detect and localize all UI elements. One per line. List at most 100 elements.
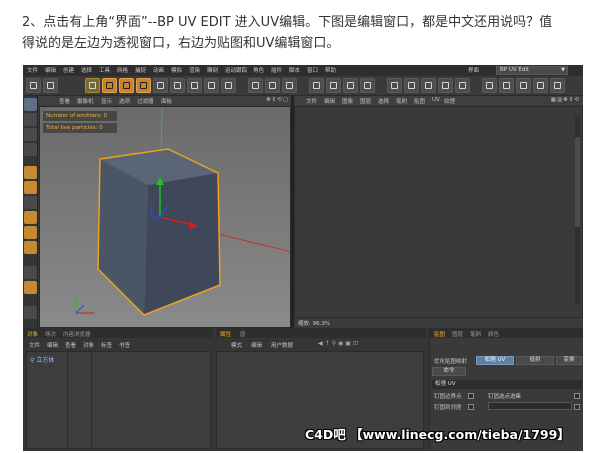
axis-mode-icon[interactable]: [24, 128, 37, 141]
tab-color[interactable]: 颜色: [488, 330, 499, 338]
object-list[interactable]: ⚲ 立方体: [26, 351, 211, 450]
uv-menu-file[interactable]: 文件: [306, 97, 317, 105]
vp-menu-options[interactable]: 选项: [119, 97, 130, 105]
option-checkbox[interactable]: [574, 404, 580, 410]
line-tool-icon[interactable]: [24, 266, 37, 279]
axis-x-icon[interactable]: [170, 78, 185, 93]
render-view-icon[interactable]: [248, 78, 263, 93]
brush-tool-icon[interactable]: [24, 166, 37, 179]
menu-script[interactable]: 脚本: [289, 66, 300, 74]
list-item[interactable]: ⚲ 立方体: [30, 355, 54, 364]
select-rect-icon[interactable]: [455, 78, 470, 93]
menu-plugins[interactable]: 插件: [271, 66, 282, 74]
vp-menu-camera[interactable]: 摄像机: [77, 97, 94, 105]
tab-brush[interactable]: 笔刷: [470, 330, 481, 338]
uv-scrollbar-thumb[interactable]: [575, 137, 580, 227]
rotate-icon[interactable]: [136, 78, 151, 93]
uv-menu-edit[interactable]: 编辑: [324, 97, 335, 105]
eyedropper-icon[interactable]: [24, 306, 37, 319]
uv-menu-texture-settings[interactable]: 纹理: [444, 97, 455, 105]
om-menu-tags[interactable]: 标签: [101, 341, 112, 349]
paint-icon[interactable]: [309, 78, 324, 93]
menu-mesh[interactable]: 网格: [117, 66, 128, 74]
menu-select[interactable]: 选择: [81, 66, 92, 74]
command-button[interactable]: 命令: [432, 367, 466, 376]
menu-window[interactable]: 窗口: [307, 66, 318, 74]
uv-menu-image[interactable]: 图像: [342, 97, 353, 105]
menu-sculpt[interactable]: 雕刻: [207, 66, 218, 74]
tab-layer[interactable]: 图层: [452, 330, 463, 338]
uv-view-icons[interactable]: ▦▥✥⇕⟲: [551, 97, 580, 103]
brush-icon[interactable]: [387, 78, 402, 93]
om-menu-file[interactable]: 文件: [29, 341, 40, 349]
menu-simulate[interactable]: 模拟: [171, 66, 182, 74]
menu-create[interactable]: 创建: [63, 66, 74, 74]
render-picture-icon[interactable]: [265, 78, 280, 93]
material-icon[interactable]: [499, 78, 514, 93]
vp-menu-display[interactable]: 显示: [101, 97, 112, 105]
tab-content-browser[interactable]: 内容浏览器: [63, 330, 91, 338]
tab-texture[interactable]: 贴图: [434, 330, 445, 338]
camera-icon[interactable]: [533, 78, 548, 93]
eraser-icon[interactable]: [404, 78, 419, 93]
uv-editor-canvas[interactable]: [294, 106, 583, 318]
menu-render[interactable]: 渲染: [189, 66, 200, 74]
om-menu-object[interactable]: 对象: [83, 341, 94, 349]
menu-motion-tracking[interactable]: 运动跟踪: [225, 66, 247, 74]
uv-menu-layer[interactable]: 图层: [360, 97, 371, 105]
menu-file[interactable]: 文件: [27, 66, 38, 74]
uv-menu-select[interactable]: 选择: [378, 97, 389, 105]
om-menu-edit[interactable]: 编辑: [47, 341, 58, 349]
color-tool-icon[interactable]: [24, 241, 37, 254]
tab-layers[interactable]: 层: [240, 330, 246, 338]
menu-character[interactable]: 角色: [253, 66, 264, 74]
render-settings-icon[interactable]: [282, 78, 297, 93]
texture-icon[interactable]: [360, 78, 375, 93]
uv-points-icon[interactable]: [326, 78, 341, 93]
light-icon[interactable]: [550, 78, 565, 93]
vp-menu-filter[interactable]: 过滤器: [137, 97, 154, 105]
menu-snap[interactable]: 捕捉: [135, 66, 146, 74]
pin-boundary-checkbox[interactable]: [468, 393, 474, 399]
axis-y-icon[interactable]: [187, 78, 202, 93]
attribute-nav-icons[interactable]: ◀↑⚲◉▣⊡: [318, 340, 360, 347]
viewport-nav-icons[interactable]: ✥⇕⟲▢: [266, 97, 289, 103]
menu-tools[interactable]: 工具: [99, 66, 110, 74]
projection-button[interactable]: 投射: [516, 356, 554, 365]
menu-animate[interactable]: 动画: [153, 66, 164, 74]
om-menu-bookmarks[interactable]: 书签: [119, 341, 130, 349]
layout-dropdown[interactable]: BP UV Edit ▼: [496, 66, 568, 75]
layer-icon[interactable]: [482, 78, 497, 93]
vp-menu-panel[interactable]: 面板: [161, 97, 172, 105]
clone-icon[interactable]: [438, 78, 453, 93]
eraser-tool-icon[interactable]: [24, 196, 37, 209]
scale-icon[interactable]: [119, 78, 134, 93]
perspective-viewport[interactable]: Number of emitters: 0 Total live particl…: [39, 106, 291, 328]
transform-button[interactable]: 变换: [556, 356, 582, 365]
points-mode-icon[interactable]: [24, 143, 37, 156]
menu-help[interactable]: 帮助: [325, 66, 336, 74]
am-menu-edit[interactable]: 编辑: [251, 341, 262, 349]
recent-tools-icon[interactable]: [153, 78, 168, 93]
live-select-icon[interactable]: [85, 78, 100, 93]
fill-tool-icon[interactable]: [24, 211, 37, 224]
tab-attributes[interactable]: 属性: [220, 330, 231, 338]
relax-uv-button[interactable]: 松弛 UV: [476, 356, 514, 365]
model-mode-icon[interactable]: [24, 98, 37, 111]
star-tool-icon[interactable]: [24, 281, 37, 294]
drop-tool-icon[interactable]: [24, 226, 37, 239]
tab-takes[interactable]: 场次: [45, 330, 56, 338]
option-checkbox[interactable]: [574, 393, 580, 399]
am-menu-mode[interactable]: 模式: [231, 341, 242, 349]
am-menu-userdata[interactable]: 用户数据: [271, 341, 293, 349]
vp-menu-view[interactable]: 查看: [59, 97, 70, 105]
stamp-tool-icon[interactable]: [24, 181, 37, 194]
texture-mode-icon[interactable]: [24, 113, 37, 126]
uv-polygons-icon[interactable]: [343, 78, 358, 93]
redo-icon[interactable]: [43, 78, 58, 93]
om-menu-view[interactable]: 查看: [65, 341, 76, 349]
tab-objects[interactable]: 对象: [27, 330, 38, 338]
uv-menu-brush[interactable]: 笔刷: [396, 97, 407, 105]
menu-edit[interactable]: 编辑: [45, 66, 56, 74]
pin-selection-field[interactable]: [488, 402, 572, 410]
